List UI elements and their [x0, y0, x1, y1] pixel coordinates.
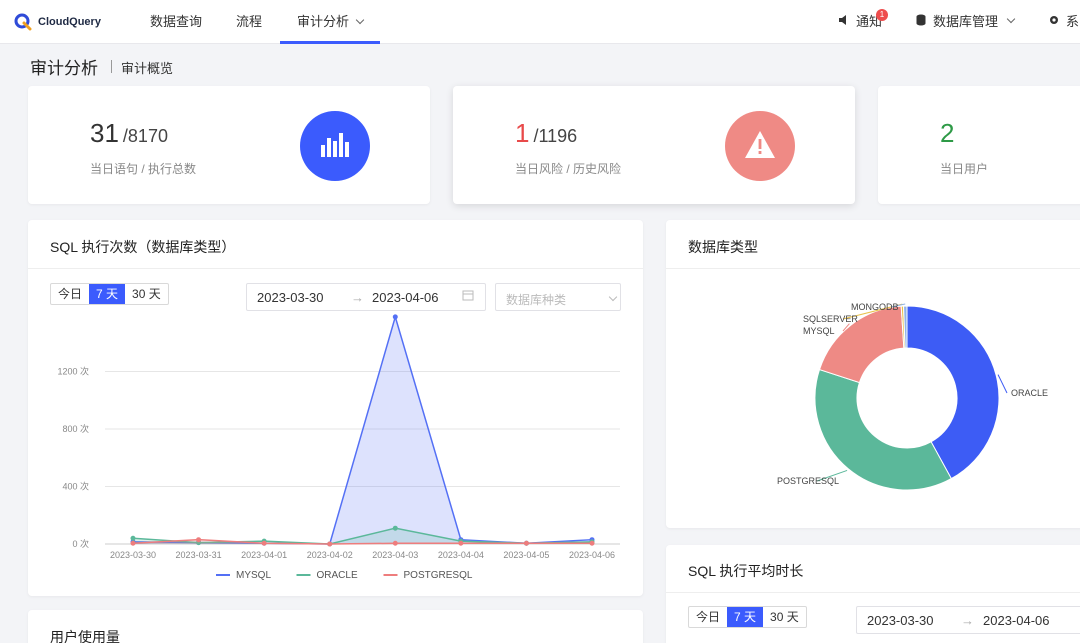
db-manage-label: 数据库管理: [933, 14, 999, 29]
card-title: 数据库类型: [688, 239, 758, 255]
notify-button[interactable]: 通知: [838, 0, 882, 44]
slice-label: ORACLE: [1011, 388, 1048, 398]
db-type-card: 数据库类型 ORACLE POSTGRESQL MYSQL SQLSERVER MONG…: [666, 220, 1080, 528]
database-icon: [915, 0, 927, 44]
data-point: [392, 540, 398, 546]
stat-today-risks: 1: [515, 118, 530, 148]
nav-item-audit[interactable]: 审计分析: [297, 0, 365, 44]
chevron-down-icon: [1006, 14, 1016, 24]
stat-label: 当日用户: [940, 162, 989, 176]
data-point: [589, 540, 595, 546]
x-tick-label: 2023-04-06: [569, 550, 615, 560]
db-manage-menu[interactable]: 数据库管理: [915, 0, 1016, 44]
divider: [666, 592, 1080, 593]
legend-label: ORACLE: [317, 570, 358, 581]
sql-avg-card: SQL 执行平均时长 今日 7 天 30 天 2023-03-30 → 2023…: [666, 545, 1080, 643]
range-tabs: 今日 7 天 30 天: [688, 606, 807, 628]
stat-card-users: 2 当日用户: [878, 86, 1080, 204]
data-point: [130, 535, 136, 541]
top-nav: CloudQuery 数据查询 流程 审计分析 通知 1 数据库管理 系: [0, 0, 1080, 44]
tab-30-days[interactable]: 30 天: [763, 607, 806, 627]
card-title: SQL 执行平均时长: [688, 563, 804, 579]
card-title: 用户使用量: [50, 629, 120, 643]
gear-icon: [1048, 0, 1060, 44]
nav-active-indicator: [280, 41, 380, 44]
data-point: [458, 540, 464, 546]
page-title: 审计分析: [30, 59, 98, 78]
stat-label: 当日语句 / 执行总数: [90, 162, 197, 176]
date-end: 2023-04-06: [983, 613, 1050, 628]
stat-today-statements: 31: [90, 118, 119, 148]
cloudquery-logo-icon: [14, 13, 32, 31]
slice-label: MONGODB: [851, 302, 899, 312]
settings-label: 系: [1066, 14, 1080, 29]
sql-exec-card: SQL 执行次数（数据库类型） 今日 7 天 30 天 2023-03-30 →…: [28, 220, 643, 596]
settings-menu[interactable]: 系: [1048, 0, 1079, 44]
x-tick-label: 2023-04-04: [438, 550, 484, 560]
stat-card-statements: 31/8170 当日语句 / 执行总数: [28, 86, 430, 204]
tab-7-days[interactable]: 7 天: [727, 607, 764, 627]
arrow-right-icon: →: [961, 613, 974, 628]
nav-item-audit-label: 审计分析: [297, 14, 350, 29]
slice-label: POSTGRESQL: [777, 476, 839, 486]
page-subtitle: 审计概览: [121, 61, 174, 76]
slice-label: MYSQL: [803, 326, 835, 336]
tab-today[interactable]: 今日: [689, 607, 727, 627]
x-tick-label: 2023-04-02: [307, 550, 353, 560]
notify-badge: 1: [876, 9, 888, 21]
user-usage-card: 用户使用量: [28, 610, 643, 643]
bar-chart-icon: [300, 111, 370, 181]
legend-label: MYSQL: [236, 570, 271, 581]
date-range-picker[interactable]: 2023-03-30 → 2023-04-06: [856, 606, 1080, 634]
x-tick-label: 2023-04-01: [241, 550, 287, 560]
stat-value: 31/8170: [90, 118, 168, 149]
x-tick-label: 2023-04-05: [503, 550, 549, 560]
stat-total-risks: /1196: [533, 126, 578, 146]
slice-postgresql: [814, 368, 953, 491]
data-point: [327, 541, 333, 547]
data-point: [196, 537, 202, 543]
nav-item-query[interactable]: 数据查询: [150, 0, 202, 44]
bell-icon: [838, 0, 850, 44]
slice-label: SQLSERVER: [803, 314, 858, 324]
sql-exec-chart: 0 次 400 次 800 次 1200 次 2023-03-30 2023-03-31 2…: [57, 314, 620, 581]
data-point: [392, 525, 398, 531]
y-tick-label: 1200 次: [57, 366, 89, 377]
stat-total-statements: /8170: [122, 126, 168, 146]
data-point: [392, 314, 398, 320]
nav-item-flow[interactable]: 流程: [236, 0, 262, 44]
divider: [28, 268, 643, 269]
db-type-chart: ORACLE POSTGRESQL MYSQL SQLSERVER MONGODB: [777, 302, 1048, 491]
data-point: [523, 540, 529, 546]
chevron-down-icon: [355, 15, 365, 25]
stat-today-users: 2: [940, 118, 955, 148]
data-point: [261, 540, 267, 546]
y-tick-label: 400 次: [62, 481, 89, 492]
y-tick-label: 800 次: [62, 423, 89, 434]
x-tick-label: 2023-03-31: [176, 550, 222, 560]
y-tick-label: 0 次: [72, 538, 89, 549]
app-name: CloudQuery: [38, 16, 101, 28]
x-tick-label: 2023-03-30: [110, 550, 156, 560]
notify-label: 通知: [856, 14, 883, 29]
stat-card-risks: 1/1196 当日风险 / 历史风险: [453, 86, 855, 204]
stat-label: 当日风险 / 历史风险: [515, 162, 622, 176]
data-point: [130, 540, 136, 546]
x-tick-label: 2023-04-03: [372, 550, 418, 560]
title-divider: [111, 60, 112, 73]
date-start: 2023-03-30: [867, 613, 934, 628]
slice-leader-line: [997, 374, 1008, 394]
logo[interactable]: CloudQuery: [14, 12, 101, 32]
warning-icon: [725, 111, 795, 181]
stat-value: 1/1196: [515, 118, 577, 149]
card-title: SQL 执行次数（数据库类型）: [50, 239, 236, 255]
legend-label: POSTGRESQL: [404, 570, 473, 581]
